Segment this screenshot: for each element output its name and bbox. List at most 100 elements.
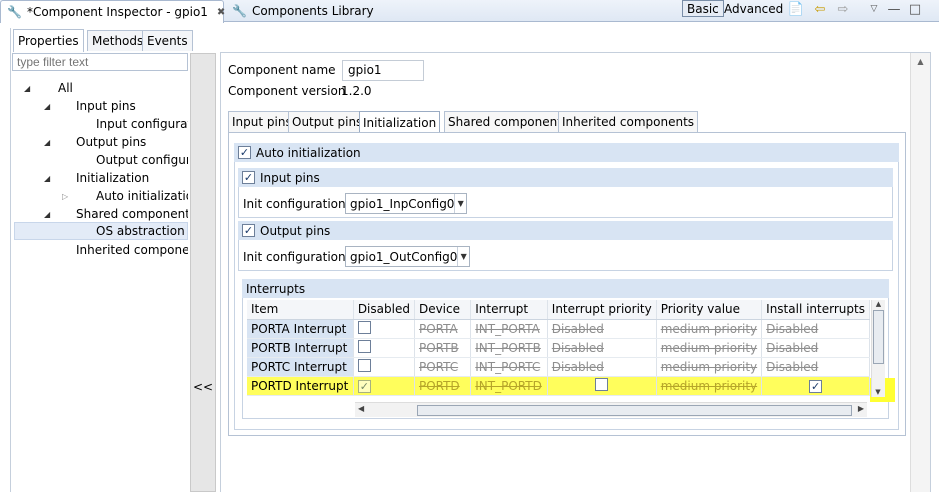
scroll-up-icon[interactable]: ▲ xyxy=(911,57,930,66)
tab-input-pins[interactable]: Input pins xyxy=(228,111,296,132)
tab-component-inspector[interactable]: 🔧 *Component Inspector - gpio1 ✖ xyxy=(0,0,225,23)
tree-item-inherited-components[interactable]: Inherited componen xyxy=(14,241,188,259)
interrupt-priority-cell: Disabled xyxy=(547,338,657,358)
interrupt-cell: INT_PORTC xyxy=(470,357,548,377)
advanced-button[interactable]: Advanced xyxy=(719,0,788,17)
install-interrupts-cell: Disabled xyxy=(761,338,870,358)
new-document-icon[interactable]: 📄 xyxy=(788,1,804,17)
table-row[interactable]: PORTA Interrupt PORTA INT_PORTA Disabled… xyxy=(247,319,870,339)
output-pins-label: Output pins xyxy=(260,223,331,238)
tab-components-library-label: Components Library xyxy=(251,4,374,18)
column-header-install-interrupts[interactable]: Install interrupts xyxy=(761,300,870,320)
table-vertical-scrollbar[interactable]: ▲ xyxy=(871,300,885,397)
panel-splitter[interactable] xyxy=(190,53,216,492)
tab-initialization[interactable]: Initialization xyxy=(359,111,441,133)
collapsed-icon[interactable]: ▷ xyxy=(62,192,68,201)
tree-item-auto-initialization[interactable]: ▷ Auto initializatior xyxy=(14,187,188,205)
scroll-thumb[interactable] xyxy=(873,310,884,364)
expanded-icon[interactable]: ◢ xyxy=(44,138,50,147)
close-icon[interactable]: ✖ xyxy=(217,7,225,18)
column-header-interrupt[interactable]: Interrupt xyxy=(470,300,548,320)
maximize-icon[interactable]: □ xyxy=(907,1,923,17)
tab-properties[interactable]: Properties xyxy=(13,29,84,52)
scroll-thumb[interactable] xyxy=(417,405,852,416)
input-init-configuration-select[interactable]: gpio1_InpConfig0 ▼ xyxy=(345,193,467,214)
tree-item-shared-components[interactable]: ◢ Shared components xyxy=(14,205,188,223)
disabled-cell xyxy=(353,319,415,339)
back-arrow-icon[interactable]: ⇦ xyxy=(812,1,828,17)
library-icon: 🔧 xyxy=(232,4,247,18)
expanded-icon[interactable]: ◢ xyxy=(24,84,30,93)
auto-initialization-checkbox[interactable]: ✓ xyxy=(238,146,251,159)
expanded-icon[interactable]: ◢ xyxy=(44,102,50,111)
tab-shared-components[interactable]: Shared components xyxy=(444,111,573,132)
disabled-checkbox[interactable]: ✓ xyxy=(357,379,371,393)
interrupts-header: Interrupts xyxy=(242,279,889,298)
input-pins-header: ✓ Input pins xyxy=(238,168,893,187)
tree-item-input-pins[interactable]: ◢ Input pins xyxy=(14,97,188,115)
table-row[interactable]: PORTC Interrupt PORTC INT_PORTC Disabled… xyxy=(247,357,870,377)
scroll-left-icon[interactable]: ◀ xyxy=(358,404,364,413)
filter-input[interactable] xyxy=(12,53,188,71)
interrupt-cell: INT_PORTA xyxy=(470,319,548,339)
component-name-label: Component name xyxy=(228,63,336,77)
tab-components-library[interactable]: 🔧 Components Library xyxy=(226,0,374,22)
table-horizontal-scrollbar[interactable]: ◀ ▶ xyxy=(355,402,867,417)
scroll-down-icon[interactable]: ▼ xyxy=(872,388,884,396)
component-version-label: Component version xyxy=(228,84,346,98)
tab-output-pins[interactable]: Output pins xyxy=(288,111,367,132)
disabled-checkbox[interactable] xyxy=(357,339,371,353)
tree-item-label: Shared components xyxy=(76,207,188,221)
scroll-up-icon[interactable]: ▲ xyxy=(872,300,885,308)
tab-methods[interactable]: Methods xyxy=(87,30,149,51)
output-init-configuration-select[interactable]: gpio1_OutConfig0 ▼ xyxy=(345,246,470,267)
tree-item-output-configuration[interactable]: Output configura xyxy=(14,151,188,169)
input-init-configuration-value: gpio1_InpConfig0 xyxy=(350,196,455,211)
item-cell: PORTD Interrupt xyxy=(247,376,354,396)
basic-button-label: Basic xyxy=(687,1,719,16)
tree-item-initialization[interactable]: ◢ Initialization xyxy=(14,169,188,187)
auto-initialization-header: ✓ Auto initialization xyxy=(234,143,899,162)
tree-item-all[interactable]: ◢ All xyxy=(14,79,188,97)
tree-item-input-configuration[interactable]: Input configurati xyxy=(14,115,188,133)
collapse-panel-button[interactable]: << xyxy=(190,380,216,394)
disabled-checkbox[interactable] xyxy=(357,358,371,372)
table-row[interactable]: PORTB Interrupt PORTB INT_PORTB Disabled… xyxy=(247,338,870,358)
tree-item-label: Auto initializatior xyxy=(96,189,188,203)
interrupt-priority-checkbox[interactable] xyxy=(595,377,609,391)
tab-output-pins-label: Output pins xyxy=(292,115,363,129)
component-name-field[interactable]: gpio1 xyxy=(342,60,424,81)
install-interrupts-checkbox[interactable]: ✓ xyxy=(809,379,823,393)
tab-inherited-components-label: Inherited components xyxy=(562,115,695,129)
disabled-checkbox[interactable] xyxy=(357,320,371,334)
expanded-icon[interactable]: ◢ xyxy=(44,174,50,183)
tree-item-label: Inherited componen xyxy=(76,243,188,257)
device-cell: PORTB xyxy=(414,338,472,358)
minimize-icon[interactable]: — xyxy=(886,1,902,17)
auto-initialization-label: Auto initialization xyxy=(256,145,361,160)
tab-inherited-components[interactable]: Inherited components xyxy=(558,111,699,132)
tree-item-os-abstraction[interactable]: OS abstraction la xyxy=(14,222,188,240)
item-cell: PORTB Interrupt xyxy=(247,338,354,358)
column-header-priority-value[interactable]: Priority value xyxy=(656,300,763,320)
column-header-interrupt-priority[interactable]: Interrupt priority xyxy=(547,300,657,320)
chevron-down-icon[interactable]: ▼ xyxy=(457,247,469,266)
device-cell: PORTA xyxy=(414,319,472,339)
tree-item-output-pins[interactable]: ◢ Output pins xyxy=(14,133,188,151)
input-pins-checkbox[interactable]: ✓ xyxy=(242,171,255,184)
column-header-device[interactable]: Device xyxy=(414,300,472,320)
forward-arrow-icon[interactable]: ⇨ xyxy=(835,1,851,17)
column-header-item[interactable]: Item xyxy=(247,300,354,320)
column-header-disabled[interactable]: Disabled xyxy=(353,300,415,320)
view-menu-icon[interactable]: ▽ xyxy=(866,1,882,17)
expanded-icon[interactable]: ◢ xyxy=(44,210,50,219)
main-vertical-scrollbar[interactable]: ▲ xyxy=(910,53,930,492)
basic-button[interactable]: Basic xyxy=(682,0,724,17)
scroll-right-icon[interactable]: ▶ xyxy=(858,404,864,413)
chevron-down-icon[interactable]: ▼ xyxy=(454,194,466,213)
priority-value-cell: medium priority xyxy=(656,319,763,339)
table-row-highlighted[interactable]: PORTD Interrupt ✓ PORTD INT_PORTD medium… xyxy=(247,376,870,396)
output-pins-checkbox[interactable]: ✓ xyxy=(242,224,255,237)
tab-events[interactable]: Events xyxy=(142,30,193,51)
tab-properties-label: Properties xyxy=(18,34,79,48)
